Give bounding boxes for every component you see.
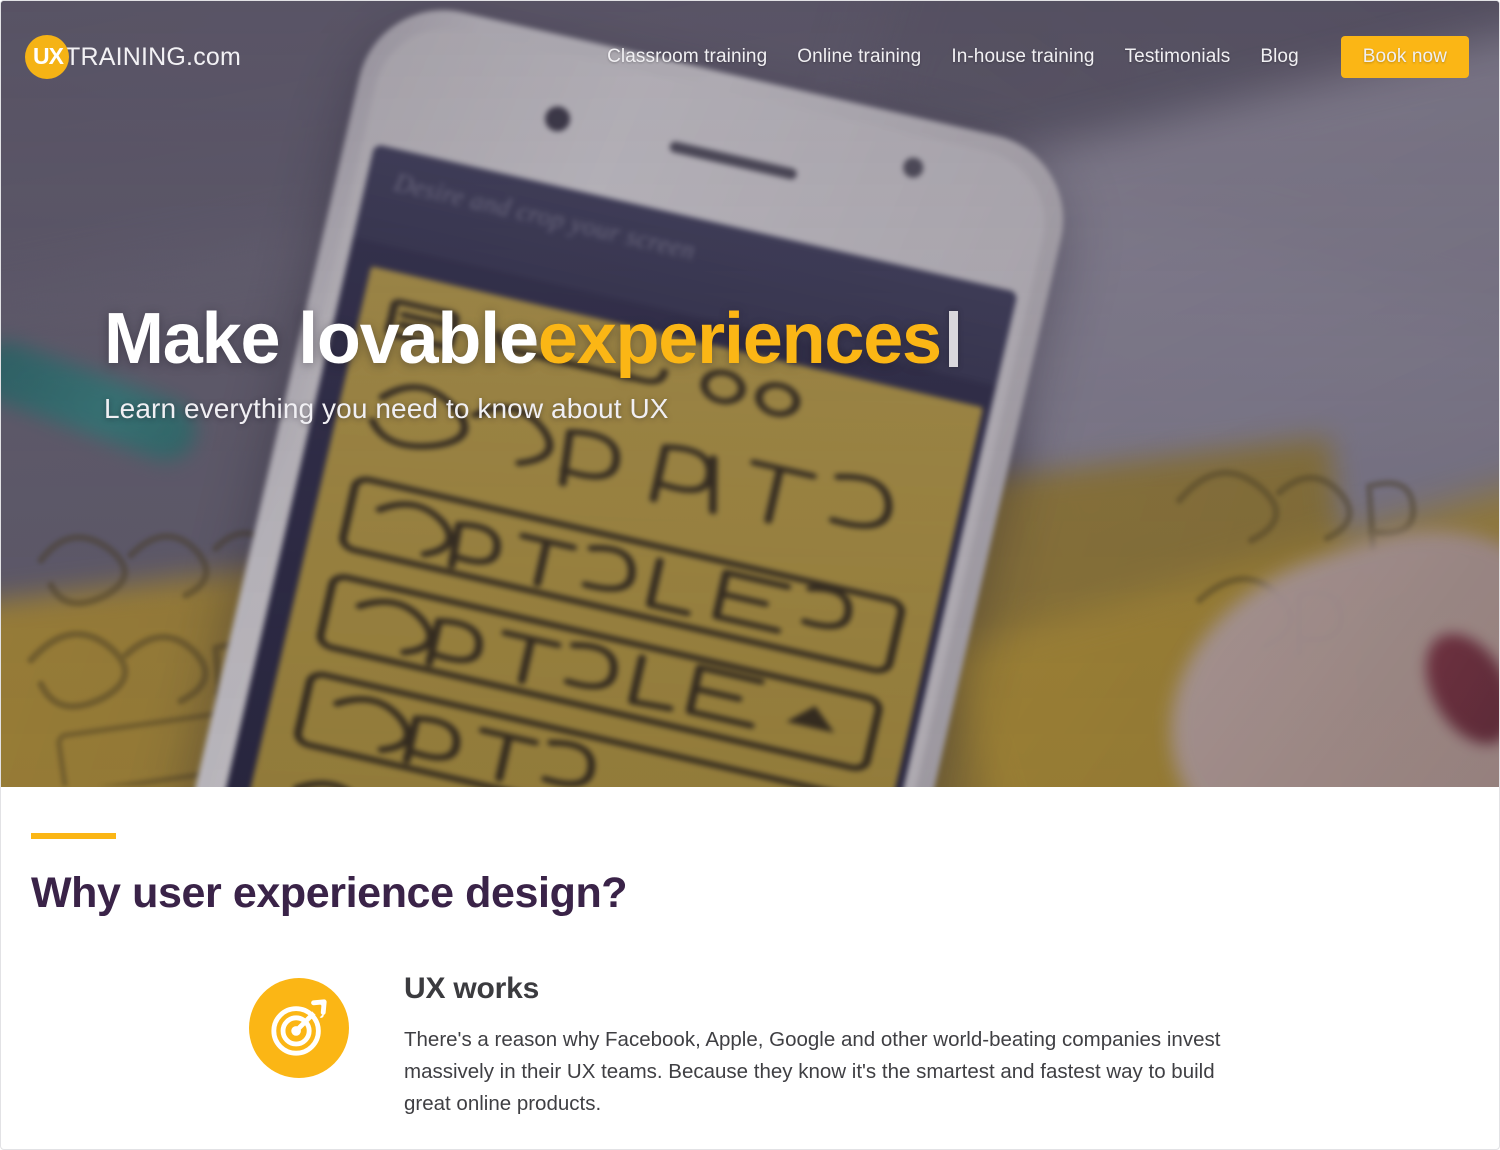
hero-headline-accent: experiences xyxy=(537,299,942,379)
typing-caret-icon xyxy=(948,311,958,367)
page-root: Desire and crop your screen xyxy=(0,0,1500,1150)
site-header: UX TRAINING.com Classroom training Onlin… xyxy=(1,1,1499,113)
feature-body: UX works There's a reason why Facebook, … xyxy=(404,970,1244,1119)
feature-description: There's a reason why Facebook, Apple, Go… xyxy=(404,1028,1221,1115)
hero-subtitle: Learn everything you need to know about … xyxy=(104,392,669,424)
hero-headline-plain: Make lovable xyxy=(104,299,539,379)
nav-item-blog[interactable]: Blog xyxy=(1260,46,1298,68)
hero-headline: Make lovable experiences xyxy=(104,299,958,379)
nav-item-online-training[interactable]: Online training xyxy=(797,46,921,68)
why-ux-section: Why user experience design? UX works The… xyxy=(1,787,1499,1120)
nav-item-testimonials[interactable]: Testimonials xyxy=(1125,46,1231,68)
target-bullseye-icon xyxy=(249,978,349,1078)
section-accent-rule xyxy=(31,833,116,839)
target-bullseye-glyph xyxy=(271,997,327,1056)
logo-wordmark: TRAINING.com xyxy=(65,42,242,71)
logo-badge-icon: UX xyxy=(25,35,69,79)
book-now-button[interactable]: Book now xyxy=(1340,36,1469,78)
feature-title: UX works xyxy=(404,972,540,1005)
feature-item-ux-works: UX works There's a reason why Facebook, … xyxy=(249,970,1259,1119)
page-title: Why user experience design? xyxy=(31,869,628,917)
hero-copy: Make lovable experiences Learn everythin… xyxy=(104,299,958,425)
hero-section: Desire and crop your screen xyxy=(1,1,1499,787)
logo-badge-text: UX xyxy=(33,43,64,69)
nav-item-classroom-training[interactable]: Classroom training xyxy=(607,46,767,68)
site-logo[interactable]: UX TRAINING.com xyxy=(25,35,241,79)
nav-item-in-house-training[interactable]: In-house training xyxy=(951,46,1094,68)
main-navigation: Classroom training Online training In-ho… xyxy=(607,36,1469,78)
